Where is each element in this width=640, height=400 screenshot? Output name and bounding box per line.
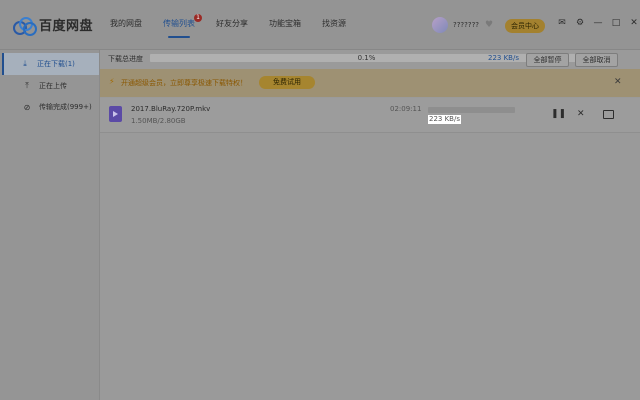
minimize-icon[interactable]: — <box>593 18 603 28</box>
download-icon: ⤓ <box>23 59 27 68</box>
file-size: 1.50MB/2.80GB <box>131 117 186 125</box>
mail-icon[interactable]: ✉ <box>557 18 567 28</box>
free-trial-button[interactable]: 免费试用 <box>259 76 315 89</box>
cloud-logo-icon <box>13 16 37 36</box>
file-name: 2017.BluRay.720P.mkv <box>131 105 211 113</box>
file-speed: 223 KB/s <box>428 115 461 124</box>
sidebar-item-uploading[interactable]: ⤒ 正在上传 <box>4 75 99 97</box>
avatar[interactable] <box>432 17 448 33</box>
sidebar-item-label: 正在下载(1) <box>37 60 75 68</box>
maximize-icon[interactable]: □ <box>611 18 621 28</box>
pause-all-button[interactable]: 全部暂停 <box>526 53 569 67</box>
user-info[interactable]: ??????? ♥ <box>432 17 493 33</box>
upload-icon: ⤒ <box>25 81 29 90</box>
check-circle-icon: ⊘ <box>23 102 31 112</box>
tab-toolbox[interactable]: 功能宝箱 <box>269 18 301 40</box>
window-controls: ✉ ⚙ — □ ✕ <box>557 18 640 28</box>
tab-transfer-list-label: 传输列表 <box>163 19 195 28</box>
promo-text: 开通超级会员，立即尊享极速下载特权！ <box>121 79 247 87</box>
tab-my-disk[interactable]: 我的网盘 <box>110 18 142 40</box>
total-speed: 223 KB/s <box>488 54 519 62</box>
username: ??????? <box>453 21 480 29</box>
lightning-icon: ⚡ <box>109 77 115 86</box>
app-logo[interactable]: 百度网盘 <box>13 15 94 36</box>
close-icon[interactable]: ✕ <box>629 18 639 28</box>
folder-icon[interactable] <box>603 110 614 119</box>
main-nav: 我的网盘 传输列表 1 好友分享 功能宝箱 找资源 <box>110 14 367 40</box>
sidebar: ⤓ 正在下载(1) ⤒ 正在上传 ⊘ 传输完成(999+) <box>0 50 100 400</box>
cancel-icon[interactable]: ✕ <box>577 109 585 119</box>
vip-center-button[interactable]: 会员中心 <box>505 19 545 33</box>
transfer-count-badge: 1 <box>194 14 202 22</box>
app-window: 百度网盘 我的网盘 传输列表 1 好友分享 功能宝箱 找资源 ??????? ♥… <box>0 0 640 400</box>
tab-transfer-list[interactable]: 传输列表 1 <box>163 14 202 40</box>
vip-promo-banner: ⚡ 开通超级会员，立即尊享极速下载特权！ 免费试用 ✕ <box>100 69 640 97</box>
tab-friend-share[interactable]: 好友分享 <box>216 18 248 40</box>
cancel-all-button[interactable]: 全部取消 <box>575 53 618 67</box>
table-row[interactable]: 2017.BluRay.720P.mkv 1.50MB/2.80GB 02:09… <box>100 98 640 133</box>
total-progress-label: 下载总进度 <box>108 55 143 63</box>
heart-icon[interactable]: ♥ <box>485 20 493 30</box>
main-content: 下载总进度 0.1% 223 KB/s 全部暂停 全部取消 ⚡ 开通超级会员，立… <box>100 50 640 400</box>
time-remaining: 02:09:11 <box>390 105 422 113</box>
sidebar-item-label: 传输完成(999+) <box>39 103 92 111</box>
app-name: 百度网盘 <box>39 19 94 34</box>
video-file-icon <box>109 106 122 122</box>
sidebar-item-label: 正在上传 <box>39 82 67 90</box>
pause-icon[interactable]: ❚❚ <box>551 109 566 119</box>
close-icon[interactable]: ✕ <box>614 77 622 87</box>
sidebar-item-downloading[interactable]: ⤓ 正在下载(1) <box>2 53 99 75</box>
gear-icon[interactable]: ⚙ <box>575 18 585 28</box>
file-progress-bar <box>428 107 515 113</box>
sidebar-item-completed[interactable]: ⊘ 传输完成(999+) <box>4 96 99 118</box>
top-bar: 百度网盘 我的网盘 传输列表 1 好友分享 功能宝箱 找资源 ??????? ♥… <box>0 0 640 50</box>
total-progress-row: 下载总进度 0.1% 223 KB/s 全部暂停 全部取消 <box>100 50 640 68</box>
tab-find-resources[interactable]: 找资源 <box>322 18 346 40</box>
